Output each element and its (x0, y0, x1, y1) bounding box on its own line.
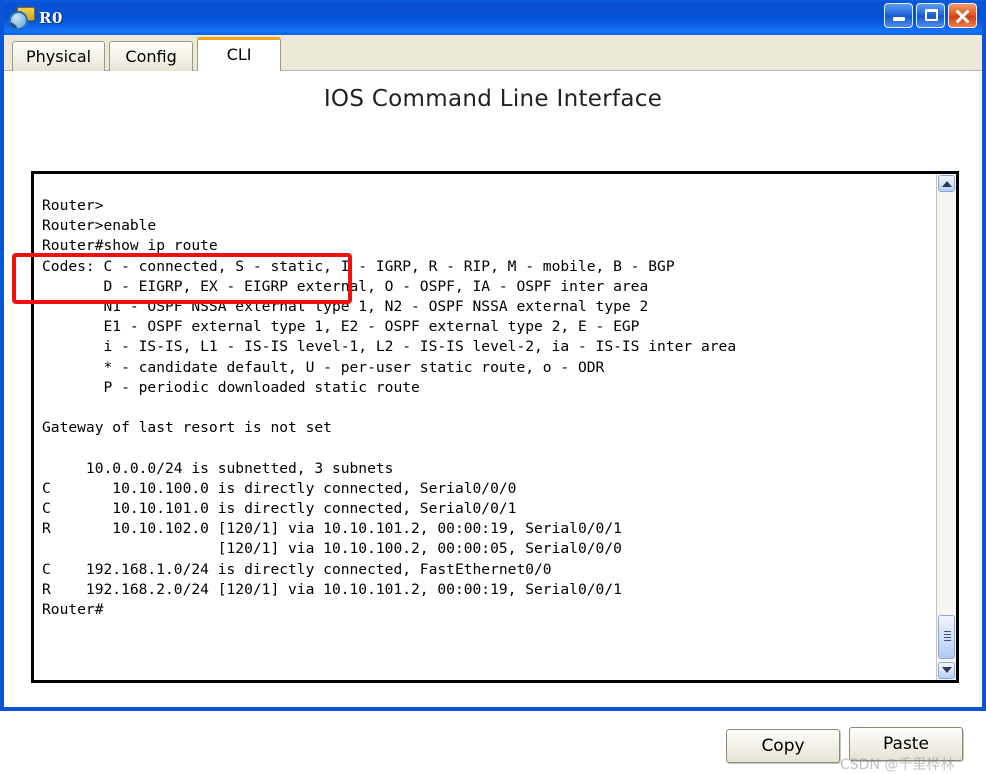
maximize-button[interactable] (916, 3, 945, 28)
terminal-container: Router> Router>enable Router#show ip rou… (31, 171, 959, 683)
grip-icon (944, 631, 951, 642)
chevron-up-icon (942, 181, 952, 187)
window-titlebar: R0 (4, 0, 982, 35)
terminal-output[interactable]: Router> Router>enable Router#show ip rou… (34, 174, 936, 680)
tab-physical-label: Physical (26, 47, 92, 66)
tab-bar: Physical Config CLI (4, 35, 982, 71)
minimize-button[interactable] (884, 3, 913, 28)
tab-config-label: Config (125, 47, 177, 66)
tab-cli[interactable]: CLI (197, 37, 282, 71)
tab-physical[interactable]: Physical (12, 41, 106, 71)
maximize-icon (925, 9, 938, 21)
tab-cli-label: CLI (226, 45, 252, 64)
scroll-up-button[interactable] (938, 175, 955, 192)
copy-button-label: Copy (761, 736, 805, 756)
copy-button[interactable]: Copy (726, 729, 840, 763)
cli-panel: IOS Command Line Interface Router> Route… (4, 71, 982, 773)
chevron-down-icon (942, 667, 952, 673)
close-button[interactable] (948, 3, 977, 28)
cli-window: R0 Physical Config CLI IOS Command Line … (0, 0, 986, 773)
window-title: R0 (39, 8, 63, 27)
minimize-icon (893, 17, 905, 21)
paste-button-label: Paste (883, 734, 929, 754)
terminal-scrollbar[interactable] (936, 174, 956, 680)
scroll-down-button[interactable] (938, 662, 955, 679)
inspect-router-icon (9, 6, 35, 30)
scrollbar-thumb[interactable] (938, 615, 955, 659)
watermark: CSDN @千里桦林 (840, 757, 955, 773)
page-title: IOS Command Line Interface (323, 86, 663, 112)
tab-config[interactable]: Config (109, 41, 194, 71)
terminal-text: Router> Router>enable Router#show ip rou… (42, 197, 737, 619)
window-controls (884, 3, 977, 28)
